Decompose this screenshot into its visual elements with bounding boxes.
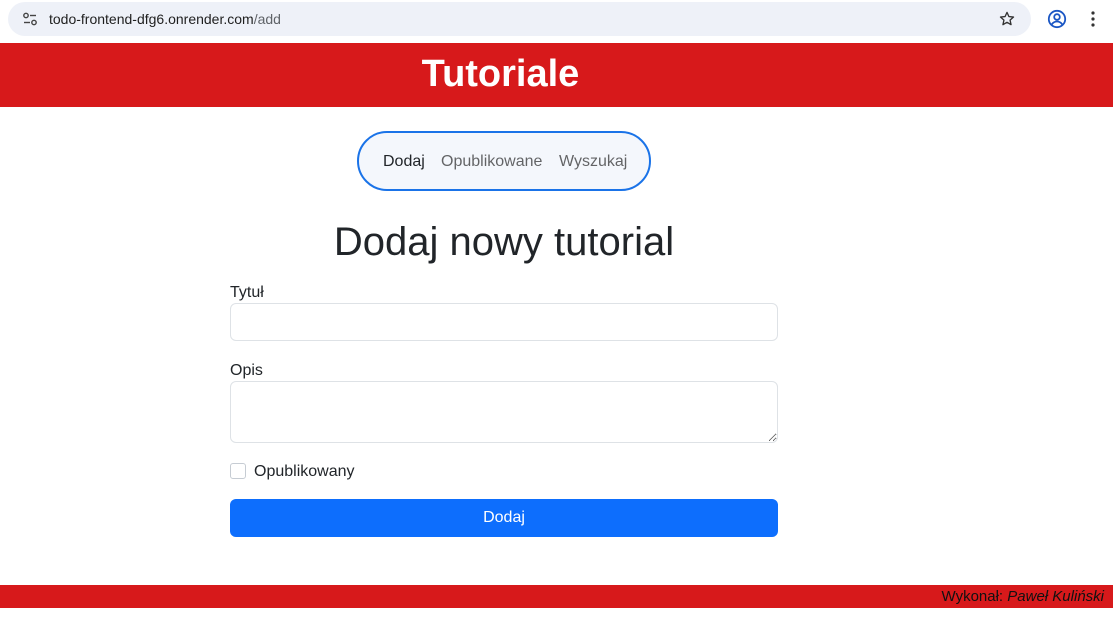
url-host: todo-frontend-dfg6.onrender.com <box>49 11 254 27</box>
author-credit: Wykonał: Paweł Kuliński <box>942 588 1104 606</box>
browser-toolbar: todo-frontend-dfg6.onrender.com/add <box>0 0 1113 38</box>
description-textarea[interactable] <box>230 381 778 443</box>
description-label: Opis <box>230 362 263 379</box>
site-header: Tutoriale <box>0 43 1113 107</box>
main-nav: Dodaj Opublikowane Wyszukaj <box>357 131 651 191</box>
star-icon[interactable] <box>998 10 1016 28</box>
published-label[interactable]: Opublikowany <box>254 462 355 482</box>
profile-icon[interactable] <box>1047 9 1067 29</box>
author-name: Paweł Kuliński <box>1007 588 1104 605</box>
url-path: /add <box>253 11 281 27</box>
title-label: Tytuł <box>230 284 264 301</box>
address-bar[interactable]: todo-frontend-dfg6.onrender.com/add <box>8 2 1031 36</box>
url-text[interactable]: todo-frontend-dfg6.onrender.com/add <box>49 11 281 27</box>
site-title: Tutoriale <box>421 53 580 95</box>
submit-button[interactable]: Dodaj <box>230 499 778 537</box>
kebab-menu-icon[interactable] <box>1085 10 1101 28</box>
nav-item-opublikowane[interactable]: Opublikowane <box>441 152 542 172</box>
title-input[interactable] <box>230 303 778 341</box>
site-info-icon[interactable] <box>22 11 38 27</box>
page-title: Dodaj nowy tutorial <box>333 220 675 264</box>
nav-item-dodaj[interactable]: Dodaj <box>383 152 425 172</box>
published-checkbox[interactable] <box>230 463 246 479</box>
nav-item-wyszukaj[interactable]: Wyszukaj <box>559 152 627 172</box>
site-footer: Wykonał: Paweł Kuliński <box>0 585 1113 608</box>
credit-prefix: Wykonał: <box>941 588 1004 605</box>
